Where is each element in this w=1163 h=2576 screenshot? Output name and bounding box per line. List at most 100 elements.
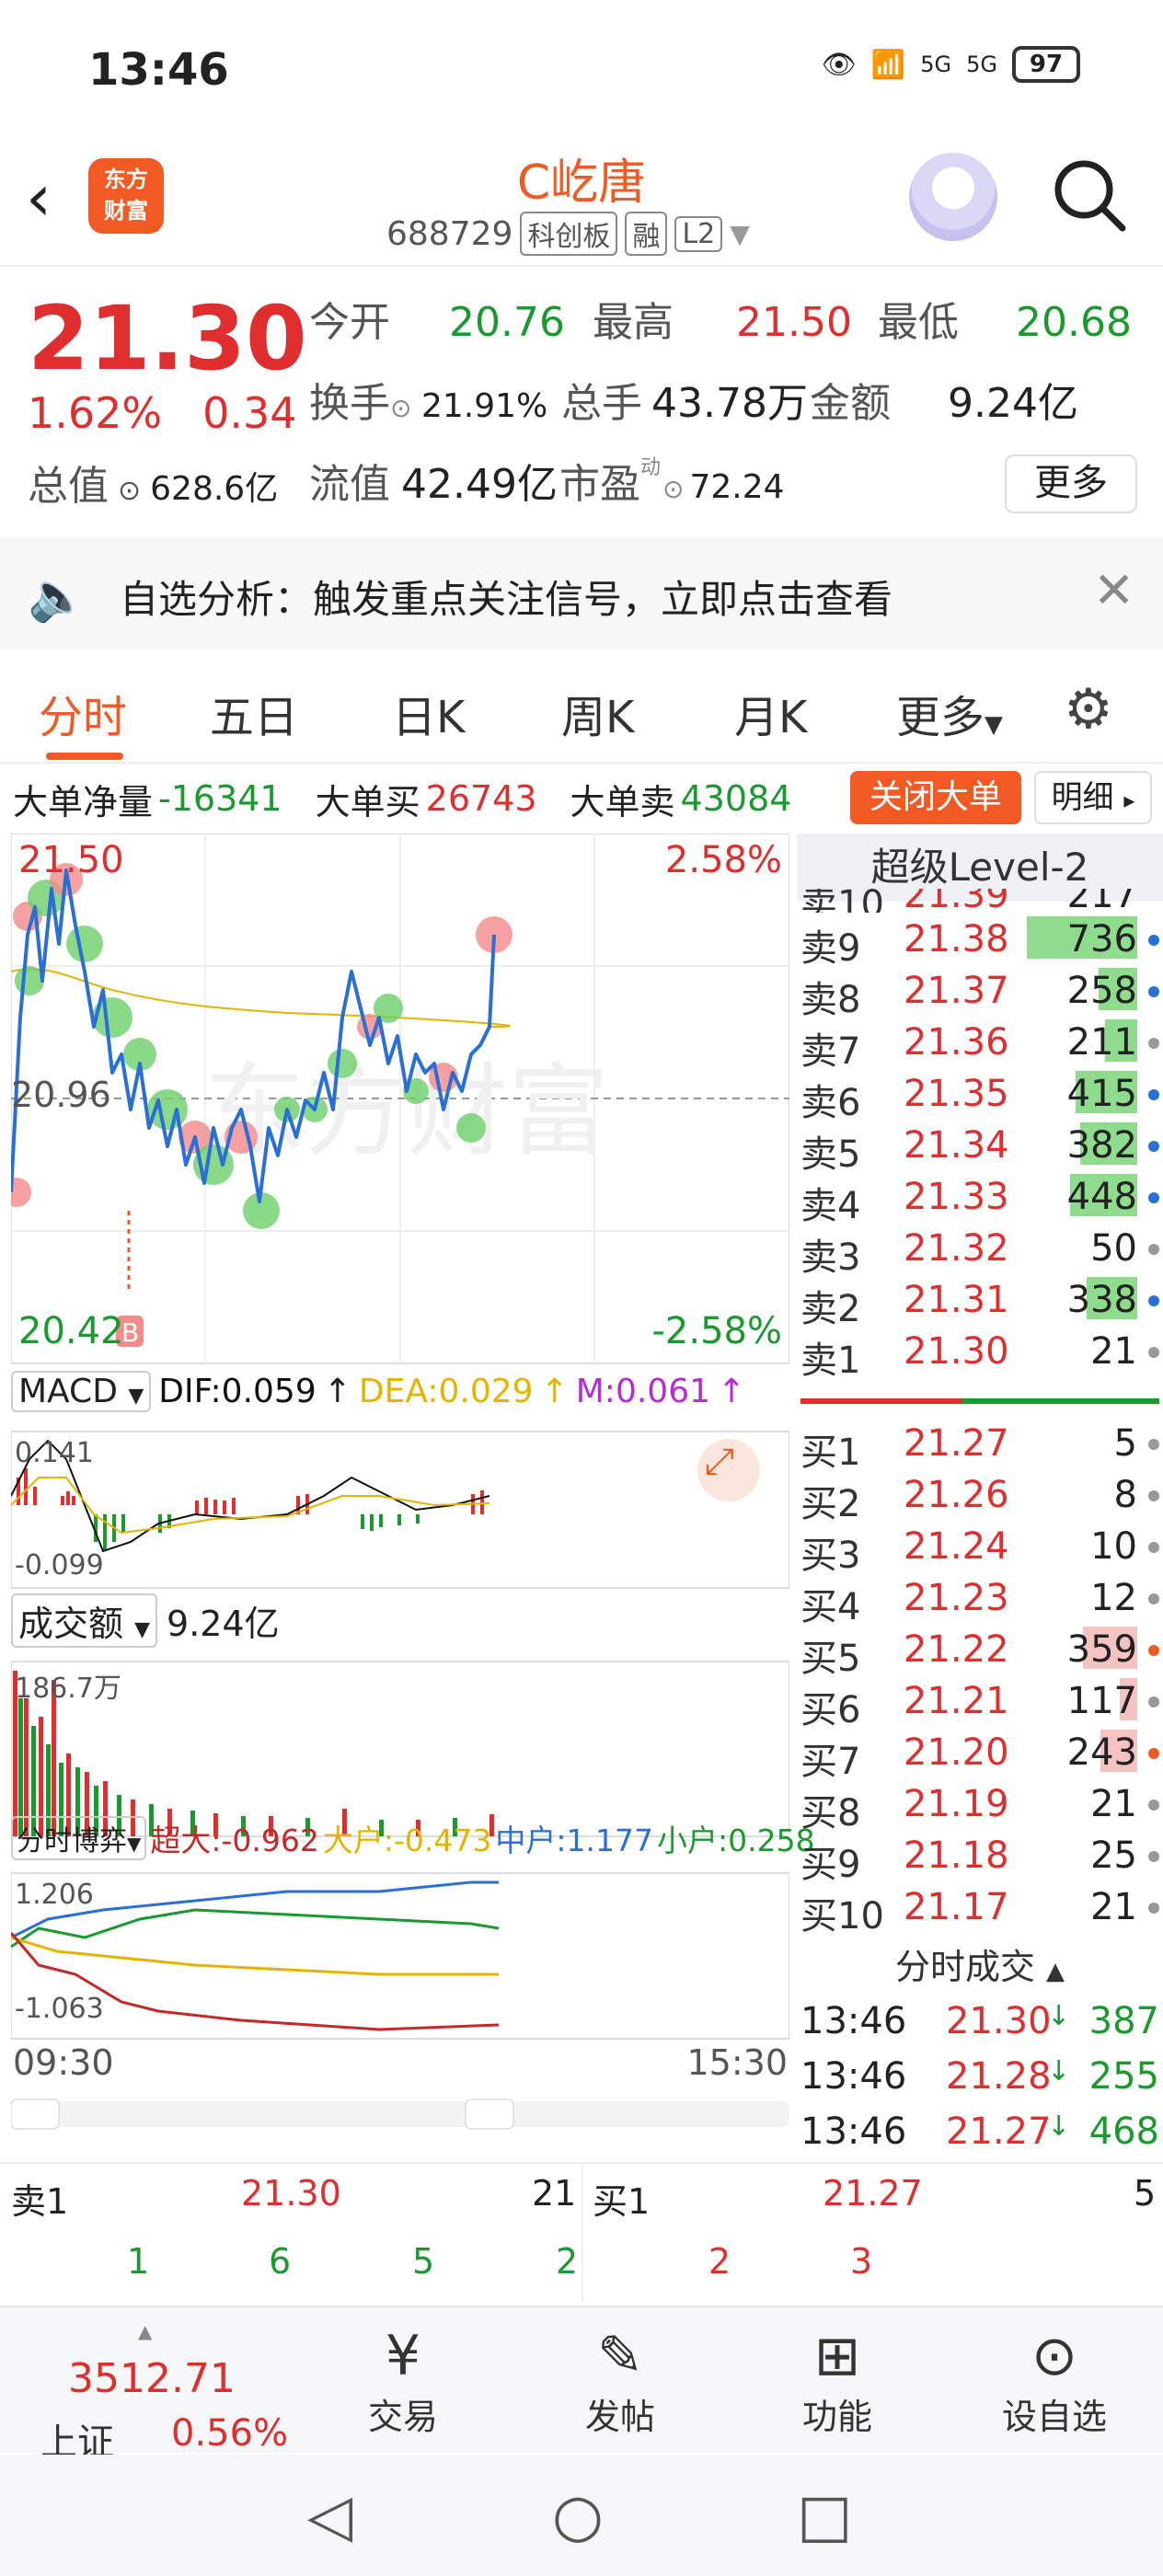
ask-row: 卖2 21.31 338 <box>800 1273 1159 1330</box>
arrow-down-icon: ↓ <box>1047 2110 1071 2143</box>
tab-more[interactable]: 更多▼ <box>896 681 1003 745</box>
bid-row: 买4 21.23 12 <box>800 1571 1159 1628</box>
arrow-up-icon: ↑ <box>718 1373 746 1410</box>
ask-dot <box>1148 1089 1159 1100</box>
ask-dot <box>1148 935 1159 946</box>
trade-row: 13:46 21.28 ↓ 255 <box>800 2055 1159 2109</box>
index-pct: 0.56% <box>171 2412 289 2455</box>
macd-m: M:0.061 <box>575 1373 710 1410</box>
yen-icon: ¥ <box>385 2324 421 2388</box>
expand-icon[interactable]: ⤢ <box>705 1441 734 1483</box>
close-icon[interactable]: ✕ <box>1093 561 1134 619</box>
stock-code-row[interactable]: 688729 科创板 融 L2 ▼ <box>386 212 750 256</box>
more-button[interactable]: 更多 <box>1005 454 1137 513</box>
pct-bottom-label: -2.58% <box>651 1310 782 1352</box>
quote-row-2: 换手 ⊙ 21.91% 总手 43.78万 金额 9.24亿 <box>309 370 1078 429</box>
bid-row: 买6 21.21 117 <box>800 1674 1159 1731</box>
trades-header[interactable]: 分时成交 ▲ <box>797 1938 1163 1996</box>
nav-add-watchlist[interactable]: ⊙ 设自选 <box>962 2324 1146 2439</box>
chart-tabs: 分时 五日 日K 周K 月K 更多▼ ⚙ <box>0 650 1163 764</box>
ask-volume: 211 <box>1066 1021 1137 1064</box>
volume-selector[interactable]: 成交额 ▼ <box>11 1593 158 1648</box>
bid-dot <box>1148 1748 1159 1759</box>
tab-intraday[interactable]: 分时 <box>39 681 127 745</box>
alert-banner[interactable]: 🔈 自选分析：触发重点关注信号，立即点击查看 ✕ <box>0 537 1163 650</box>
bid-price: 21.17 <box>904 1886 1009 1928</box>
arrow-down-icon: ↓ <box>1047 2000 1071 2032</box>
back-triangle-icon[interactable]: ◁ <box>307 2482 352 2550</box>
buy-queue-item: 2 <box>708 2241 731 2282</box>
ask-volume: 382 <box>1066 1124 1137 1167</box>
robot-assistant-icon[interactable] <box>909 153 997 241</box>
flow-selector[interactable]: 分时博弈▼ <box>11 1816 147 1860</box>
open-label: 今开 <box>309 299 390 346</box>
edit-icon: ✎ <box>596 2324 644 2388</box>
time-end-label: 15:30 <box>686 2042 788 2083</box>
bid-dot <box>1148 1645 1159 1656</box>
info-icon[interactable]: ⊙ <box>390 393 421 423</box>
total-value-label: 总值 <box>28 463 109 510</box>
ask-price: 21.31 <box>904 1279 1009 1321</box>
current-price: 21.30 <box>28 287 307 390</box>
tab-monthly-k[interactable]: 月K <box>734 681 807 745</box>
ask-dot <box>1148 1141 1159 1152</box>
sell-queue-item: 1 <box>127 2241 150 2282</box>
turnover-value: 21.91% <box>421 387 548 425</box>
trade-volume: 468 <box>1088 2110 1159 2153</box>
macd-selector[interactable]: MACD ▼ <box>11 1371 152 1412</box>
ask-dot <box>1148 1347 1159 1358</box>
buy1-label: 买1 <box>593 2181 651 2222</box>
info-icon[interactable]: ⊙ <box>118 475 141 507</box>
volume-label: 成交额 <box>18 1604 124 1644</box>
home-circle-icon[interactable]: ○ <box>552 2482 604 2550</box>
flow-label: 分时博弈 <box>17 1825 127 1857</box>
ask-row: 卖4 21.33 448 <box>800 1170 1159 1227</box>
trade-volume: 387 <box>1088 2000 1159 2042</box>
high-value: 21.50 <box>736 299 852 346</box>
price-top-label: 21.50 <box>18 839 124 881</box>
bid-dot <box>1148 1903 1159 1914</box>
pe-superscript: 动 <box>640 456 662 479</box>
intraday-chart-area[interactable]: 东方财富 B 21.50 2.58% 20.96 20.42 -2.58% MA… <box>11 834 815 2158</box>
tab-weekly-k[interactable]: 周K <box>561 681 634 745</box>
scroll-handle-right <box>465 2099 514 2130</box>
ask-volume: 338 <box>1066 1279 1137 1321</box>
scroll-handle-left <box>11 2099 60 2130</box>
ask-price: 21.34 <box>904 1124 1009 1167</box>
big-net-label: 大单净量 <box>13 781 154 822</box>
buy-marker-label: B <box>121 1317 139 1348</box>
tab-daily-k[interactable]: 日K <box>392 681 465 745</box>
bid-volume: 12 <box>1090 1577 1137 1619</box>
caret-up-icon: ▲ <box>138 2320 153 2342</box>
bid-volume: 359 <box>1066 1628 1137 1671</box>
bid-volume: 243 <box>1066 1731 1137 1774</box>
recent-square-icon[interactable]: □ <box>797 2482 852 2550</box>
pe-label: 市盈 <box>559 461 640 508</box>
signal-icon: 5G <box>920 52 952 77</box>
nav-functions[interactable]: ⊞ 功能 <box>745 2324 929 2439</box>
float-value-label: 流值 <box>309 461 390 508</box>
ask-dot <box>1148 1295 1159 1306</box>
chart-svg: 东方财富 B <box>11 834 789 2130</box>
grid-icon: ⊞ <box>813 2324 861 2388</box>
nav-post[interactable]: ✎ 发帖 <box>528 2324 712 2439</box>
nav-trade[interactable]: ¥ 交易 <box>311 2324 495 2439</box>
close-big-order-button[interactable]: 关闭大单 <box>850 771 1021 824</box>
price-bottom-label: 20.42 <box>18 1310 124 1352</box>
detail-button[interactable]: 明细 ▸ <box>1034 771 1152 824</box>
amount-value: 9.24亿 <box>948 380 1078 427</box>
queue-row: 1 6 5 2 2 3 <box>0 2226 1163 2304</box>
tab-five-day[interactable]: 五日 <box>210 681 298 745</box>
search-icon[interactable] <box>1051 156 1128 234</box>
open-value: 20.76 <box>449 299 565 346</box>
ask-row: 卖3 21.32 50 <box>800 1222 1159 1279</box>
flow-header: 分时博弈▼ 超大:-0.962 大户:-0.473 中户:1.177 小户:0.… <box>11 1816 815 1860</box>
low-label: 最低 <box>878 299 959 346</box>
eye-icon: 👁 <box>821 48 857 81</box>
volume-top-label: 186.7万 <box>15 1673 121 1705</box>
clock: 13:46 <box>88 44 229 96</box>
big-order-bar: 大单净量 -16341 大单买 26743 大单卖 43084 关闭大单 明细 … <box>0 765 1163 832</box>
info-icon[interactable]: ⊙ <box>662 474 684 504</box>
bid-row: 买10 21.17 21 <box>800 1880 1159 1938</box>
gear-icon[interactable]: ⚙ <box>1064 677 1113 742</box>
